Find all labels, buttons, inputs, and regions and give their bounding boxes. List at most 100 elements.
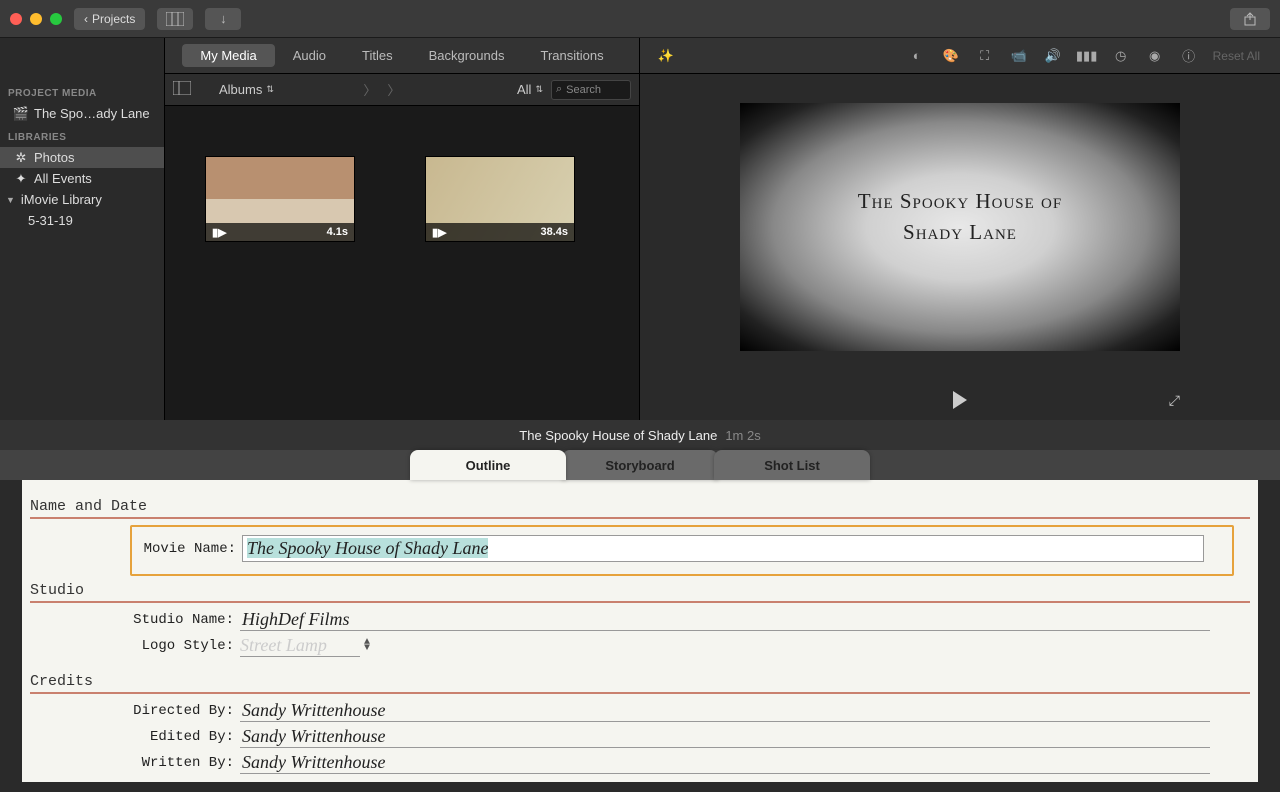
stabilization-button[interactable]: 📹 [1009,46,1029,66]
movie-name-input[interactable]: The Spooky House of Shady Lane [242,535,1204,562]
preview-title-text: The Spooky House of Shady Lane [858,186,1062,249]
enhance-button[interactable]: ✨ [656,46,676,66]
tab-storyboard[interactable]: Storyboard [562,450,718,480]
clip-thumbnail[interactable]: ▮▶ 4.1s [205,156,355,242]
filter-all-label: All [517,82,531,97]
speed-button[interactable]: ◷ [1111,46,1131,66]
media-view-button[interactable] [157,8,193,30]
breadcrumb-chevron: 〉 [386,81,402,99]
sidebar-item-event[interactable]: 5-31-19 [0,210,164,231]
flower-icon: ✲ [14,151,28,165]
tab-shot-list[interactable]: Shot List [714,450,870,480]
import-button[interactable]: ↓ [205,8,241,30]
studio-name-input[interactable]: HighDef Films [240,609,1210,631]
sidebar-item-photos[interactable]: ✲ Photos [0,147,164,168]
tab-transitions[interactable]: Transitions [522,44,621,67]
chevron-left-icon: ‹ [84,12,88,26]
window-controls [10,13,62,25]
section-studio: Studio [30,582,1250,603]
clip-thumbnail[interactable]: ▮▶ 38.4s [425,156,575,242]
fullscreen-button[interactable]: ⤢ [1169,392,1180,409]
edited-by-label: Edited By: [130,729,240,745]
albums-dropdown[interactable]: Albums ⇅ [219,82,274,97]
preview-area: The Spooky House of Shady Lane [640,74,1280,380]
logo-style-select[interactable]: Street Lamp ▲▼ [240,635,370,657]
filmstrip-icon [166,12,184,26]
search-placeholder: Search [566,84,601,96]
speedometer-icon: ◷ [1115,48,1126,64]
play-button[interactable] [953,391,967,409]
video-icon: ▮▶ [212,226,227,239]
info-button[interactable]: ⓘ [1179,46,1199,66]
project-name-label: The Spo…ady Lane [34,106,150,121]
edited-by-input[interactable]: Sandy Writtenhouse [240,726,1210,748]
contrast-icon: ◐ [913,48,921,63]
timeline-title: The Spooky House of Shady Lane [519,428,717,443]
logo-style-label: Logo Style: [130,638,240,654]
document-tabs: Outline Storyboard Shot List [0,450,1280,480]
wand-icon: ✨ [658,48,674,64]
video-icon: ▮▶ [432,226,447,239]
crop-button[interactable]: ⛶ [975,46,995,66]
studio-name-label: Studio Name: [130,612,240,628]
timeline-duration: 1m 2s [725,428,760,443]
search-input[interactable]: ⌕ Search [551,80,631,100]
clip-duration: 38.4s [540,226,568,238]
section-credits: Credits [30,673,1250,694]
tab-outline[interactable]: Outline [410,450,566,480]
sidebar-toggle-button[interactable] [173,81,191,98]
libraries-heading: LIBRARIES [0,124,164,147]
color-correction-button[interactable]: 🎨 [941,46,961,66]
fullscreen-window-icon[interactable] [50,13,62,25]
tab-audio[interactable]: Audio [275,44,344,67]
library-tabs: My Media Audio Titles Backgrounds Transi… [165,38,639,74]
download-arrow-icon: ↓ [220,11,227,26]
palette-icon: 🎨 [943,48,959,64]
overlap-icon: ◉ [1149,48,1160,64]
viewer-toolbar: ✨ ◐ 🎨 ⛶ 📹 🔊 ▮▮▮ ◷ ◉ ⓘ Reset All [640,38,1280,74]
filter-dropdown[interactable]: All ⇅ [517,82,543,97]
tab-titles[interactable]: Titles [344,44,411,67]
sidebar-project-item[interactable]: 🎬 The Spo…ady Lane [0,103,164,124]
sidebar-item-all-events[interactable]: ✦ All Events [0,168,164,189]
color-balance-button[interactable]: ◐ [907,46,927,66]
playback-bar: ⤢ [640,380,1280,420]
share-button[interactable] [1230,8,1270,30]
info-icon: ⓘ [1182,46,1195,65]
speaker-icon: 🔊 [1045,48,1061,64]
focused-field-wrap: Movie Name: The Spooky House of Shady La… [130,525,1234,576]
directed-by-label: Directed By: [130,703,240,719]
updown-icon: ▲▼ [364,640,370,652]
sidebar-icon [173,81,191,95]
close-window-icon[interactable] [10,13,22,25]
movie-name-label: Movie Name: [132,541,242,557]
tab-backgrounds[interactable]: Backgrounds [411,44,523,67]
noise-reduction-button[interactable]: ▮▮▮ [1077,46,1097,66]
clip-duration: 4.1s [327,226,348,238]
back-label: Projects [92,12,135,26]
preview-frame[interactable]: The Spooky House of Shady Lane [740,103,1180,351]
tab-my-media[interactable]: My Media [182,44,274,67]
sidebar-item-imovie-library[interactable]: ▼ iMovie Library [0,189,164,210]
project-media-heading: PROJECT MEDIA [0,80,164,103]
share-icon [1243,12,1257,26]
back-to-projects-button[interactable]: ‹ Projects [74,8,145,30]
volume-button[interactable]: 🔊 [1043,46,1063,66]
camera-icon: 📹 [1011,48,1027,64]
sidebar-item-label: All Events [34,171,92,186]
crop-icon: ⛶ [980,48,989,64]
equalizer-icon: ▮▮▮ [1076,48,1097,64]
updown-icon: ⇅ [535,84,543,95]
search-icon: ⌕ [556,83,562,96]
directed-by-input[interactable]: Sandy Writtenhouse [240,700,1210,722]
clip-thumbnails: ▮▶ 4.1s ▮▶ 38.4s [165,106,639,420]
clapper-icon: 🎬 [14,107,28,121]
outline-panel: Name and Date Movie Name: The Spooky Hou… [22,480,1258,782]
star-icon: ✦ [14,172,28,186]
reset-all-button[interactable]: Reset All [1213,49,1264,63]
written-by-input[interactable]: Sandy Writtenhouse [240,752,1210,774]
filter-button[interactable]: ◉ [1145,46,1165,66]
disclosure-triangle-icon[interactable]: ▼ [6,195,15,205]
section-name-date: Name and Date [30,498,1250,519]
minimize-window-icon[interactable] [30,13,42,25]
